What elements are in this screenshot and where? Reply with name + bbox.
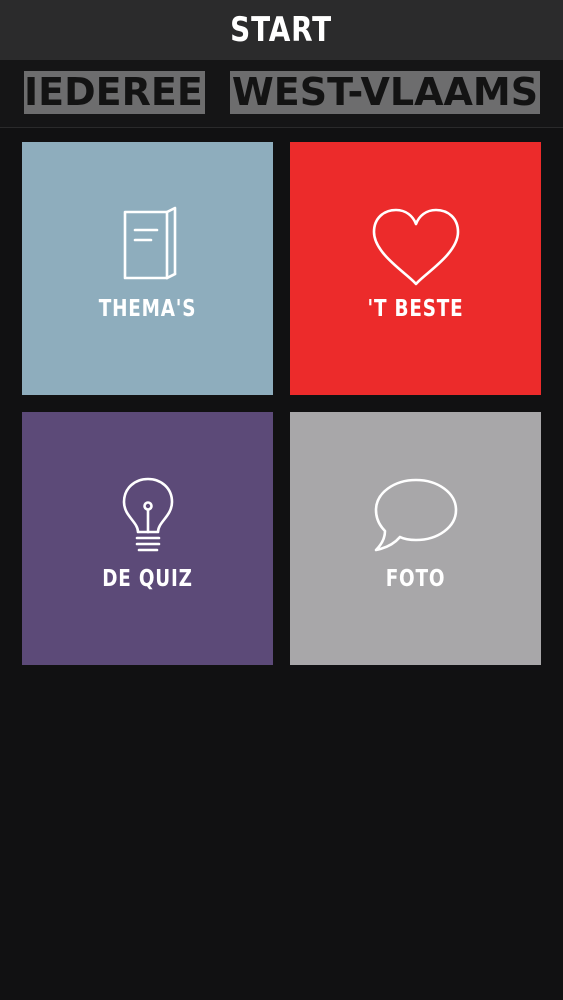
tile-themas[interactable]: THEMA'S xyxy=(22,142,273,395)
tile-label: THEMA'S xyxy=(98,296,197,322)
app-header: START xyxy=(0,0,563,60)
tile-label: FOTO xyxy=(385,566,446,592)
heart-icon xyxy=(290,206,541,290)
page-title: START xyxy=(230,10,333,50)
tile-label: DE QUIZ xyxy=(102,566,193,592)
logo-word-left: IEDEREEN xyxy=(24,71,205,114)
tile-foto[interactable]: FOTO xyxy=(290,412,541,665)
logo-word-right: WEST-VLAAMS xyxy=(230,71,540,114)
lightbulb-icon xyxy=(22,476,273,560)
tile-label: 'T BESTE xyxy=(367,296,464,322)
book-icon xyxy=(22,206,273,290)
logo-banner: IEDEREEN WEST-VLAAMS xyxy=(0,60,563,128)
speech-bubble-icon xyxy=(290,476,541,560)
tile-quiz[interactable]: DE QUIZ xyxy=(22,412,273,665)
tile-beste[interactable]: 'T BESTE xyxy=(290,142,541,395)
